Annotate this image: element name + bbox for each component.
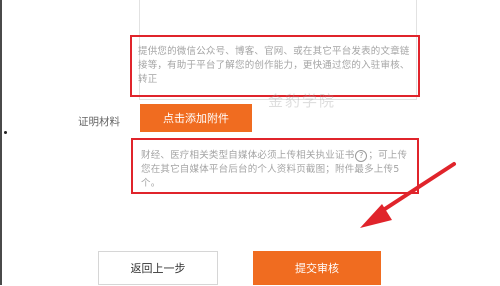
back-button[interactable]: 返回上一步 <box>98 251 218 285</box>
window-left-border <box>0 0 2 285</box>
add-attachment-button[interactable]: 点击添加附件 <box>140 104 252 132</box>
annotation-arrow-icon <box>360 162 456 228</box>
watermark: 金豹学院 <box>268 92 337 110</box>
material-label: 证明材料 <box>78 116 120 128</box>
bullet-dot <box>4 131 7 134</box>
link-hint-text: 提供您的微信公众号、博客、官网、或在其它平台发表的文章链接等，有助于平台了解您的… <box>138 46 410 85</box>
material-hint-pre: 财经、医疗相关类型自媒体必须上传相关执业证书 <box>141 150 355 161</box>
link-hint-box: 提供您的微信公众号、博客、官网、或在其它平台发表的文章链接等，有助于平台了解您的… <box>130 35 420 97</box>
submit-review-button[interactable]: 提交审核 <box>253 251 381 285</box>
